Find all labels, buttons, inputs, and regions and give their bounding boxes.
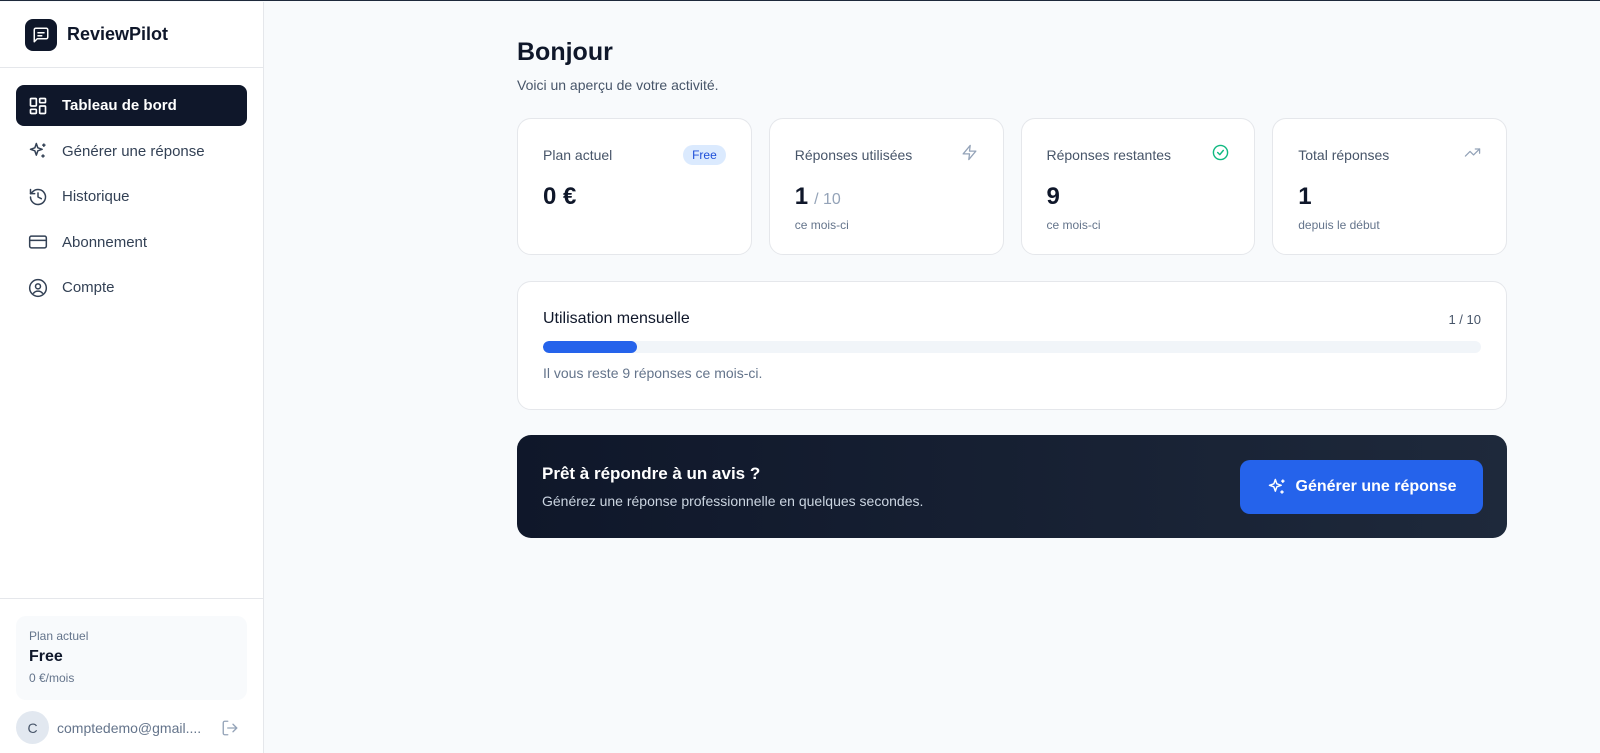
main-content: Bonjour Voici un aperçu de votre activit… — [517, 2, 1507, 538]
cta-banner: Prêt à répondre à un avis ? Générez une … — [517, 435, 1507, 538]
sidebar-item-label: Compte — [62, 279, 115, 296]
stat-value: 0 € — [543, 183, 577, 210]
stat-subtext: depuis le début — [1298, 218, 1380, 232]
user-email: comptedemo@gmail.... — [57, 719, 202, 736]
stat-subtext: ce mois-ci — [794, 218, 849, 232]
generate-response-button[interactable]: Générer une réponse — [1240, 459, 1483, 514]
zap-icon — [961, 144, 978, 166]
sidebar-item-history[interactable]: Historique — [16, 176, 247, 217]
stat-card-total: Total réponses 1 depuis le début — [1272, 118, 1507, 255]
stats-grid: Plan actuel Free 0 € Réponses utilisées … — [517, 118, 1507, 255]
sidebar-item-subscription[interactable]: Abonnement — [16, 222, 247, 263]
sparkles-icon — [28, 141, 48, 161]
cta-subtitle: Générez une réponse professionnelle en q… — [542, 493, 924, 509]
stat-title: Réponses utilisées — [794, 147, 913, 163]
brand[interactable]: ReviewPilot — [0, 2, 263, 68]
sidebar-item-account[interactable]: Compte — [16, 267, 247, 308]
stat-value: 1 — [1298, 183, 1312, 210]
user-circle-icon — [28, 278, 48, 298]
cta-title: Prêt à répondre à un avis ? — [542, 464, 761, 483]
stat-card-remaining: Réponses restantes 9 ce mois-ci — [1020, 118, 1256, 255]
plan-summary: Plan actuel Free 0 €/mois — [16, 616, 247, 700]
user-row: C comptedemo@gmail.... — [16, 711, 247, 744]
sidebar-item-label: Générer une réponse — [62, 142, 205, 160]
avatar[interactable]: C — [16, 711, 49, 744]
trending-up-icon — [1464, 144, 1481, 166]
history-icon — [28, 187, 48, 207]
usage-progress-fill — [543, 341, 637, 353]
sidebar-nav: Tableau de bord Générer une réponse Hist… — [0, 68, 263, 308]
logout-icon[interactable] — [221, 719, 239, 737]
stat-value: 1 — [794, 183, 809, 210]
sparkles-icon — [1267, 477, 1287, 497]
status-badge: Free — [683, 145, 726, 165]
layout-dashboard-icon — [28, 96, 48, 116]
stat-card-plan: Plan actuel Free 0 € — [517, 118, 752, 255]
sidebar-footer: Plan actuel Free 0 €/mois C comptedemo@g… — [0, 598, 263, 753]
usage-note: Il vous reste 9 réponses ce mois-ci. — [543, 365, 763, 381]
sidebar-item-label: Historique — [62, 188, 130, 205]
check-circle-icon — [1212, 144, 1229, 166]
stat-card-used: Réponses utilisées 1 / 10 ce mois-ci — [768, 118, 1004, 255]
stat-title: Total réponses — [1298, 147, 1390, 163]
plan-label: Plan actuel — [29, 629, 89, 643]
usage-card: Utilisation mensuelle 1 / 10 Il vous res… — [517, 281, 1507, 410]
sidebar-item-generate[interactable]: Générer une réponse — [16, 131, 247, 172]
usage-progress-track — [543, 341, 1481, 353]
plan-price: 0 €/mois — [29, 671, 75, 685]
stat-title: Réponses restantes — [1046, 147, 1172, 163]
stat-total: / 10 — [814, 191, 841, 208]
sidebar-item-dashboard[interactable]: Tableau de bord — [16, 85, 247, 126]
stat-value: 9 — [1046, 183, 1060, 210]
stat-subtext: ce mois-ci — [1046, 218, 1101, 232]
sidebar: ReviewPilot Tableau de bord Générer une … — [0, 2, 264, 753]
usage-count: 1 / 10 — [1448, 311, 1481, 327]
credit-card-icon — [28, 232, 48, 252]
brand-name: ReviewPilot — [67, 24, 169, 44]
page-subtitle: Voici un aperçu de votre activité. — [517, 77, 719, 93]
usage-title: Utilisation mensuelle — [543, 310, 690, 327]
message-square-icon — [25, 18, 57, 51]
sidebar-item-label: Tableau de bord — [62, 97, 177, 114]
page-title: Bonjour — [517, 38, 613, 66]
stat-title: Plan actuel — [543, 147, 613, 163]
sidebar-item-label: Abonnement — [62, 233, 148, 251]
plan-name: Free — [29, 648, 63, 665]
button-label: Générer une réponse — [1295, 477, 1457, 495]
